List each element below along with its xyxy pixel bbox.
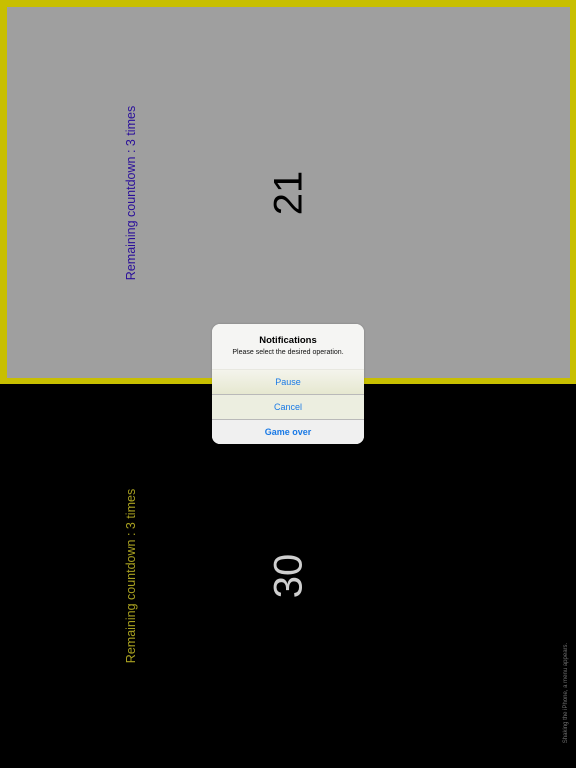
dialog-message: Please select the desired operation. — [232, 349, 344, 356]
game-over-button[interactable]: Game over — [212, 419, 364, 444]
shake-hint: Shaking the iPhone, a menu appears. — [563, 642, 569, 744]
top-remaining-countdown: Remaining countdown : 3 times — [124, 105, 138, 281]
notifications-dialog: Notifications Please select the desired … — [212, 324, 364, 444]
dialog-header: Notifications Please select the desired … — [212, 324, 364, 369]
pause-button[interactable]: Pause — [212, 369, 364, 394]
cancel-button[interactable]: Cancel — [212, 394, 364, 419]
dialog-title: Notifications — [259, 335, 317, 346]
bottom-remaining-countdown: Remaining countdown : 3 times — [124, 488, 138, 664]
bottom-counter: 30 — [266, 553, 311, 599]
top-counter: 21 — [266, 170, 311, 216]
